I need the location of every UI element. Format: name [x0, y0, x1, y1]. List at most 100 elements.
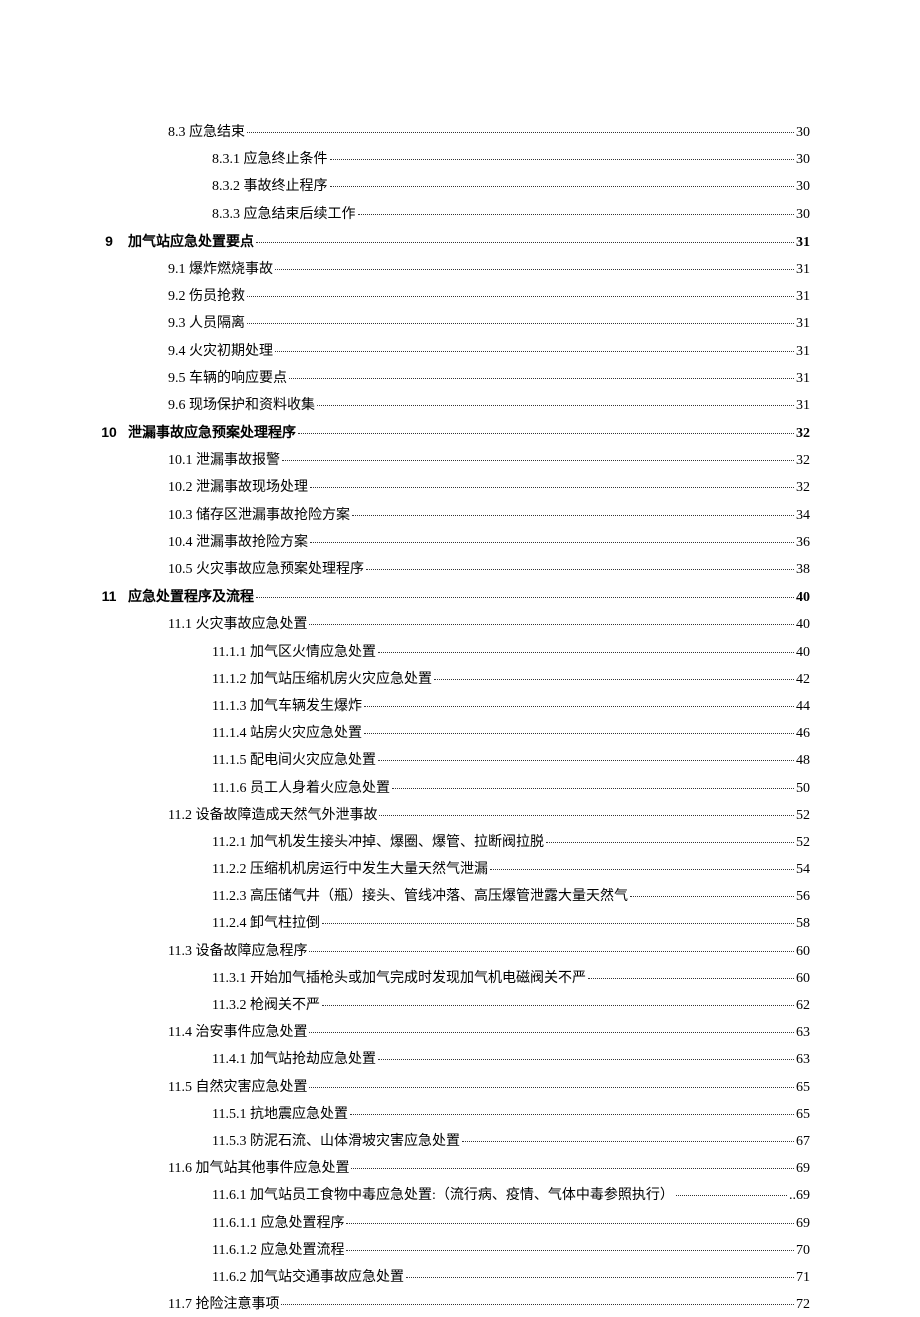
toc-entry: 11.1.5 配电间火灾应急处置48 [212, 748, 810, 773]
toc-leader-dots [322, 1005, 794, 1006]
toc-entry-text: 11.1.1 加气区火情应急处置 [212, 640, 376, 665]
toc-entry: 9.2 伤员抢救31 [168, 284, 810, 309]
toc-leader-dots [289, 378, 794, 379]
toc-entry-text: 9.1 爆炸燃烧事故 [168, 257, 273, 282]
toc-page-number: 40 [796, 640, 810, 665]
toc-leader-dots [247, 323, 794, 324]
toc-entry: 11.1.3 加气车辆发生爆炸44 [212, 694, 810, 719]
toc-leader-dots [462, 1141, 794, 1142]
toc-page-number: ..69 [789, 1183, 810, 1208]
toc-leader-dots [256, 597, 794, 598]
toc-leader-dots [309, 951, 794, 952]
toc-leader-dots [247, 296, 794, 297]
toc-entry: 11.4 治安事件应急处置63 [168, 1020, 810, 1045]
toc-entry-text: 应急处置程序及流程 [128, 585, 254, 610]
toc-page-number: 32 [796, 475, 810, 500]
toc-page-number: 31 [796, 311, 810, 336]
toc-entry-text: 10.1 泄漏事故报警 [168, 448, 280, 473]
toc-entry: 11.2.3 高压储气井（瓶）接头、管线冲落、高压爆管泄露大量天然气 56 [212, 884, 810, 909]
toc-entry-text: 9.6 现场保护和资料收集 [168, 393, 315, 418]
toc-entry: 11.3.1 开始加气插枪头或加气完成时发现加气机电磁阀关不严60 [212, 966, 810, 991]
toc-page-number: 65 [796, 1075, 810, 1100]
toc-entry: 10泄漏事故应急预案处理程序 32 [90, 420, 810, 446]
toc-leader-dots [310, 542, 794, 543]
toc-leader-dots [309, 624, 794, 625]
toc-page-number: 67 [796, 1129, 810, 1154]
toc-leader-dots [317, 405, 794, 406]
toc-leader-dots [434, 679, 794, 680]
toc-entry: 8.3.1 应急终止条件 30 [212, 147, 810, 172]
toc-entry: 10.3 储存区泄漏事故抢险方案 34 [168, 503, 810, 528]
toc-entry-text: 11.6.1.2 应急处置流程 [212, 1238, 344, 1263]
toc-entry: 11.2 设备故障造成天然气外泄事故52 [168, 803, 810, 828]
toc-leader-dots [588, 978, 794, 979]
toc-entry-text: 11.6 加气站其他事件应急处置 [168, 1156, 349, 1181]
toc-chapter-number: 9 [90, 229, 128, 254]
toc-entry: 10.5 火灾事故应急预案处理程序38 [168, 557, 810, 582]
toc-leader-dots [358, 214, 795, 215]
toc-leader-dots [275, 351, 794, 352]
toc-entry: 9.1 爆炸燃烧事故 31 [168, 257, 810, 282]
toc-leader-dots [350, 1114, 794, 1115]
toc-entry: 8.3.3 应急结束后续工作 30 [212, 202, 810, 227]
toc-entry-text: 9.3 人员隔离 [168, 311, 245, 336]
toc-entry: 11.1.4 站房火灾应急处置46 [212, 721, 810, 746]
toc-entry-text: 11.3.2 枪阀关不严 [212, 993, 320, 1018]
toc-leader-dots [406, 1277, 794, 1278]
toc-leader-dots [364, 733, 794, 734]
toc-leader-dots [378, 760, 794, 761]
toc-entry-text: 11.1.4 站房火灾应急处置 [212, 721, 362, 746]
toc-entry-text: 泄漏事故应急预案处理程序 [128, 421, 296, 446]
toc-leader-dots [630, 896, 794, 897]
toc-leader-dots [676, 1195, 787, 1196]
toc-leader-dots [330, 159, 795, 160]
toc-entry-text: 11.2.3 高压储气井（瓶）接头、管线冲落、高压爆管泄露大量天然气 [212, 884, 628, 909]
toc-page-number: 32 [796, 448, 810, 473]
toc-entry: 11.6.2 加气站交通事故应急处置71 [212, 1265, 810, 1290]
toc-leader-dots [322, 923, 794, 924]
toc-entry-text: 8.3.1 应急终止条件 [212, 147, 328, 172]
toc-page-number: 40 [796, 585, 810, 610]
toc-page-number: 62 [796, 993, 810, 1018]
toc-page-number: 30 [796, 174, 810, 199]
toc-leader-dots [298, 433, 794, 434]
toc-leader-dots [330, 186, 795, 187]
toc-entry: 11.2.2 压缩机机房运行中发生大量天然气泄漏54 [212, 857, 810, 882]
toc-entry: 11应急处置程序及流程 40 [90, 584, 810, 610]
toc-page-number: 30 [796, 202, 810, 227]
toc-entry-text: 9.5 车辆的响应要点 [168, 366, 287, 391]
toc-leader-dots [275, 269, 794, 270]
toc-entry-text: 11.1.3 加气车辆发生爆炸 [212, 694, 362, 719]
toc-leader-dots [309, 1087, 794, 1088]
toc-entry: 11.3 设备故障应急程序60 [168, 939, 810, 964]
toc-leader-dots [351, 1168, 794, 1169]
toc-leader-dots [247, 132, 794, 133]
toc-entry-text: 8.3.2 事故终止程序 [212, 174, 328, 199]
toc-leader-dots [346, 1223, 794, 1224]
toc-leader-dots [379, 815, 794, 816]
toc-entry: 11.7 抢险注意事项72 [168, 1292, 810, 1317]
toc-page-number: 56 [796, 884, 810, 909]
toc-page-number: 69 [796, 1211, 810, 1236]
toc-entry-text: 10.3 储存区泄漏事故抢险方案 [168, 503, 350, 528]
toc-page-number: 32 [796, 421, 810, 446]
toc-entry-text: 11.2 设备故障造成天然气外泄事故 [168, 803, 377, 828]
toc-chapter-number: 11 [90, 584, 128, 609]
toc-chapter-number: 10 [90, 420, 128, 445]
toc-entry-text: 8.3.3 应急结束后续工作 [212, 202, 356, 227]
toc-entry: 9.5 车辆的响应要点31 [168, 366, 810, 391]
toc-entry-text: 11.5.3 防泥石流、山体滑坡灾害应急处置 [212, 1129, 460, 1154]
toc-leader-dots [364, 706, 794, 707]
toc-page-number: 31 [796, 257, 810, 282]
toc-page-number: 30 [796, 147, 810, 172]
toc-leader-dots [546, 842, 794, 843]
toc-page-number: 60 [796, 966, 810, 991]
toc-entry: 8.3.2 事故终止程序 30 [212, 174, 810, 199]
toc-entry: 11.1.6 员工人身着火应急处置50 [212, 776, 810, 801]
toc-leader-dots [392, 788, 794, 789]
toc-entry: 11.2.4 卸气柱拉倒58 [212, 911, 810, 936]
toc-entry-text: 9.4 火灾初期处理 [168, 339, 273, 364]
toc-leader-dots [490, 869, 794, 870]
toc-entry-text: 8.3 应急结束 [168, 120, 245, 145]
toc-page-number: 34 [796, 503, 810, 528]
